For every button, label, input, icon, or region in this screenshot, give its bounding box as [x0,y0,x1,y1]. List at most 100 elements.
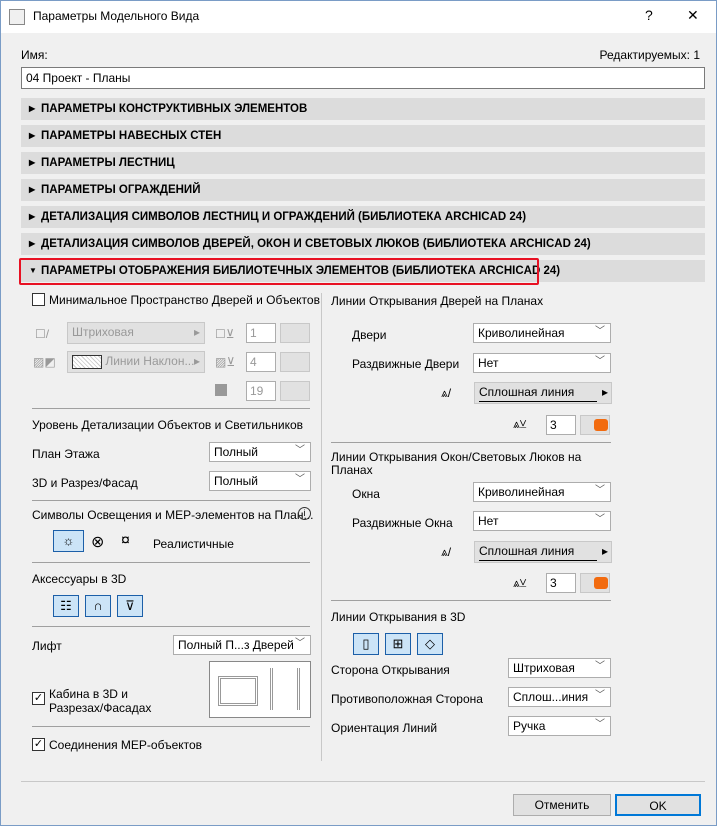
section-label: ДЕТАЛИЗАЦИЯ СИМВОЛОВ ЛЕСТНИЦ И ОГРАЖДЕНИ… [41,211,527,223]
cancel-button[interactable]: Отменить [513,794,611,816]
windows-label: Окна [352,487,380,501]
side-dropdown[interactable]: Штриховая ﹀ [508,658,611,678]
section-curtain-walls[interactable]: ▶ ПАРАМЕТРЫ НАВЕСНЫХ СТЕН [21,125,705,147]
chevron-down-icon: ﹀ [295,445,305,456]
lift-label: Лифт [32,639,62,653]
open3d-window-button[interactable]: ⊞ [385,633,411,655]
fill-icon: ▨◩ [33,355,56,369]
section-dropdown[interactable]: Полный ﹀ [209,471,311,491]
dropdown-value: Полный [214,445,258,459]
window-title: Параметры Модельного Вида [33,9,200,23]
accessory-furniture-button[interactable]: ☷ [53,595,79,617]
section-label: ДЕТАЛИЗАЦИЯ СИМВОЛОВ ДВЕРЕЙ, ОКОН И СВЕТ… [41,238,591,250]
dropdown-value: Нет [478,514,499,528]
open3d-skylight-button[interactable]: ◇ [417,633,443,655]
floor-plan-label: План Этажа [32,447,100,461]
mep-conn-label: Соединения MEP-объектов [49,738,203,752]
min-space-label: Минимальное Пространство Дверей и Объект… [49,293,320,307]
dropdown-value: Сплош...иния [513,690,589,704]
pen2-swatch [280,352,310,372]
door-line-picker[interactable]: Сплошная линия ▸ [474,382,612,404]
pen-icon: ☐⊻ [215,327,235,341]
win-pen-input[interactable]: 3 [546,573,576,593]
win-line-picker[interactable]: Сплошная линия ▸ [474,541,612,563]
pen-icon: ⩓⊻ [513,417,527,431]
open3d-door-button[interactable]: ▯ [353,633,379,655]
pen2-input: 4 [246,352,276,372]
section-stair-symbols[interactable]: ▶ ДЕТАЛИЗАЦИЯ СИМВОЛОВ ЛЕСТНИЦ И ОГРАЖДЕН… [21,206,705,228]
line-value: Сплошная линия [479,383,597,402]
section-label: 3D и Разрез/Фасад [32,476,138,490]
detail-title: Уровень Детализации Объектов и Светильни… [32,418,304,432]
close-button[interactable]: ✕ [687,7,699,24]
editing-count: Редактируемых: 1 [599,48,700,62]
chevron-down-icon: ﹀ [595,485,605,496]
min-space-checkbox[interactable] [32,293,45,306]
line-value: Сплошная линия [479,542,597,561]
name-label: Имя: [21,48,48,62]
pen1-swatch [280,323,310,343]
sliding-win-dropdown[interactable]: Нет ﹀ [473,511,611,531]
floor-plan-dropdown[interactable]: Полный ﹀ [209,442,311,462]
realistic-light-button[interactable]: ☼ [53,530,84,552]
pen3-swatch [280,381,310,401]
win-pen-swatch[interactable] [580,573,610,593]
mep-title: Символы Освещения и MEP-элементов на Пла… [32,508,314,522]
opp-dropdown[interactable]: Сплош...иния ﹀ [508,687,611,707]
orient-label: Ориентация Линий [331,721,438,735]
section-stairs[interactable]: ▶ ПАРАМЕТРЫ ЛЕСТНИЦ [21,152,705,174]
expand-icon: ▶ [29,104,36,113]
expand-icon: ▶ [29,212,36,221]
lift-dropdown[interactable]: Полный П...з Дверей ﹀ [173,635,311,655]
section-railings[interactable]: ▶ ПАРАМЕТРЫ ОГРАЖДЕНИЙ [21,179,705,201]
cabin-checkbox[interactable]: ✓ [32,692,45,705]
expand-icon: ▶ [29,158,36,167]
mep-conn-checkbox[interactable]: ✓ [32,738,45,751]
info-icon[interactable]: i [298,507,311,520]
fill-type-picker: Линии Наклон... ▸ [67,351,205,373]
symbolic-light-icon[interactable]: ⊗ [91,532,104,552]
dropdown-value: Криволинейная [478,485,565,499]
sliding-doors-dropdown[interactable]: Нет ﹀ [473,353,611,373]
title-bar: Параметры Модельного Вида ? ✕ [1,1,716,33]
ok-button[interactable]: OK [615,794,701,816]
windows-dropdown[interactable]: Криволинейная ﹀ [473,482,611,502]
lift-preview [209,661,311,718]
expand-icon: ▶ [29,131,36,140]
section-label: ПАРАМЕТРЫ ОГРАЖДЕНИЙ [41,184,201,196]
help-button[interactable]: ? [645,7,653,23]
dropdown-value: Штриховая [513,661,575,675]
simple-light-icon[interactable]: ¤ [121,532,130,550]
line-type-picker: Штриховая ▸ [67,322,205,344]
doors-dropdown[interactable]: Криволинейная ﹀ [473,323,611,343]
expand-icon: ▶ [29,239,36,248]
win-title: Линии Открывания Окон/Световых Люков на … [331,450,582,477]
pen1-input: 1 [246,323,276,343]
pen-icon: ⩓⊻ [513,576,527,590]
accessory-tap-button[interactable]: ∩ [85,595,111,617]
chevron-down-icon: ﹀ [295,474,305,485]
dropdown-value: Криволинейная [478,326,565,340]
door-title: Линии Открывания Дверей на Планах [331,294,544,308]
acc-title: Аксессуары в 3D [32,572,127,586]
section-label: ПАРАМЕТРЫ НАВЕСНЫХ СТЕН [41,130,222,142]
chevron-down-icon: ﹀ [595,356,605,367]
chevron-down-icon: ﹀ [595,661,605,672]
door-pen-input[interactable]: 3 [546,415,576,435]
door-pen-swatch[interactable] [580,415,610,435]
pen-icon: ▨⊻ [215,355,236,369]
dropdown-value: Ручка [513,719,546,733]
sliding-doors-label: Раздвижные Двери [352,357,460,371]
chevron-down-icon: ﹀ [595,326,605,337]
section-door-symbols[interactable]: ▶ ДЕТАЛИЗАЦИЯ СИМВОЛОВ ДВЕРЕЙ, ОКОН И СВЕ… [21,233,705,255]
mep-mode-label: Реалистичные [153,537,234,551]
chevron-down-icon: ﹀ [595,719,605,730]
section-structural[interactable]: ▶ ПАРАМЕТРЫ КОНСТРУКТИВНЫХ ЭЛЕМЕНТОВ [21,98,705,120]
accessory-toilet-button[interactable]: ⊽ [117,595,143,617]
orient-dropdown[interactable]: Ручка ﹀ [508,716,611,736]
cabin-label: Кабина в 3D и Разрезах/Фасадах [49,687,152,715]
expand-icon: ▶ [29,185,36,194]
line-type-icon: ⩓/ [441,386,452,400]
name-input[interactable]: 04 Проект - Планы [21,67,705,89]
section-label: ПАРАМЕТРЫ ЛЕСТНИЦ [41,157,175,169]
